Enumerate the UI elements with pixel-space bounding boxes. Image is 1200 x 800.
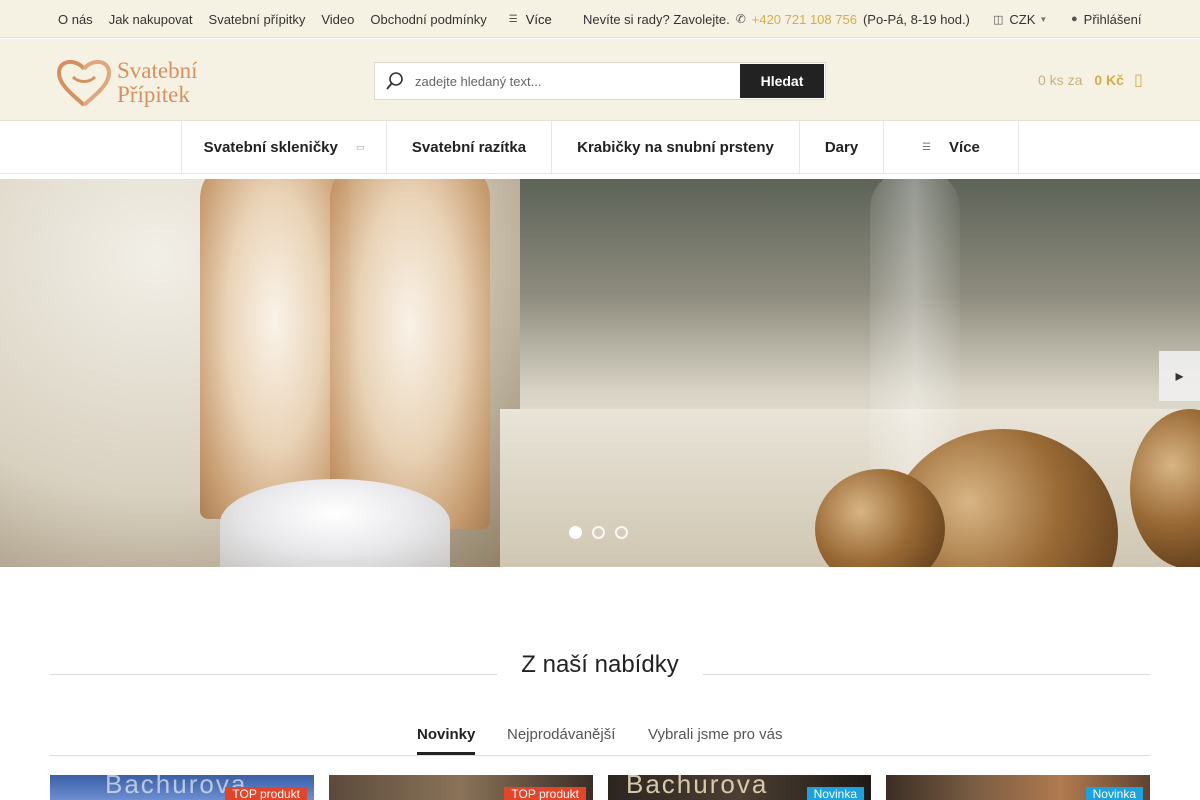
product-card[interactable]: Novinka — [886, 775, 1150, 800]
nav-item-label: Dary — [824, 139, 859, 156]
phone-icon: ✆ — [735, 12, 746, 26]
login-link[interactable]: ● Přihlášení — [1071, 0, 1141, 38]
tab-new[interactable]: Novinky — [417, 724, 476, 755]
top-link-how-to-buy[interactable]: Jak nakupovat — [109, 12, 193, 27]
menu-icon: ☰ — [922, 142, 932, 153]
top-bar: O nás Jak nakupovat Svatební přípitky Vi… — [0, 0, 1200, 38]
contact-hours: (Po-Pá, 8-19 hod.) — [862, 11, 970, 27]
cart[interactable]: 0 ks za 0 Kč ▯ — [1038, 70, 1143, 90]
contact-info: Nevíte si rady? Zavolejte. ✆ +420 721 10… — [583, 0, 970, 38]
product-card[interactable]: Bachurova Novinka — [608, 775, 871, 800]
logo-heart-icon — [56, 60, 112, 107]
slider-dots — [569, 526, 628, 539]
top-more-menu[interactable]: ☰ Více — [509, 12, 552, 27]
nav-item-label: Svatební skleničky — [203, 139, 338, 156]
logo-line-2: Přípitek — [117, 82, 190, 107]
top-link-toasts[interactable]: Svatební přípitky — [209, 12, 306, 27]
top-links: O nás Jak nakupovat Svatební přípitky Vi… — [58, 0, 552, 38]
badge-top: TOP produkt — [504, 787, 586, 800]
cart-count: 0 ks za — [1038, 72, 1083, 88]
nav-item-glasses[interactable]: Svatební skleničky ▭ — [182, 121, 387, 174]
tab-bestsellers[interactable]: Nejprodávanější — [507, 724, 615, 755]
logo-line-1: Svatební — [117, 58, 198, 83]
search-bar: Hledat — [374, 62, 826, 100]
nav-item-gifts[interactable]: Dary — [800, 121, 884, 174]
currency-selector[interactable]: ◫ CZK ▼ — [993, 0, 1047, 38]
nav-items: Svatební skleničky ▭ Svatební razítka Kr… — [181, 121, 1019, 174]
slider-next-button[interactable]: ▸ — [1159, 351, 1200, 401]
product-card[interactable]: Bachurova TOP produkt — [50, 775, 314, 800]
chevron-right-icon: ▸ — [1175, 368, 1184, 385]
product-image-text: Bachurova — [626, 775, 769, 799]
search-input[interactable] — [415, 64, 741, 98]
hero-glass-right — [330, 179, 490, 529]
nav-item-ring-boxes[interactable]: Krabičky na snubní prsteny — [552, 121, 800, 174]
slider-dot-2[interactable] — [592, 526, 605, 539]
phone-number[interactable]: +420 721 108 756 — [752, 12, 857, 27]
top-more-label: Více — [525, 11, 552, 27]
product-grid: Bachurova TOP produkt TOP produkt Bachur… — [50, 775, 1150, 800]
user-icon: ● — [1071, 13, 1078, 25]
hero-slider: ▸ — [0, 179, 1200, 567]
product-card[interactable]: TOP produkt — [329, 775, 593, 800]
top-link-terms[interactable]: Obchodní podmínky — [370, 12, 486, 27]
top-link-about[interactable]: O nás — [58, 12, 93, 27]
nav-item-more[interactable]: ☰ Více — [884, 121, 1019, 174]
slider-dot-1[interactable] — [569, 526, 582, 539]
nav-item-label: Více — [949, 139, 980, 156]
nav-item-label: Svatební razítka — [411, 139, 527, 156]
section-title: Z naší nabídky — [521, 651, 679, 678]
logo[interactable]: Svatební Přípitek — [55, 57, 215, 109]
badge-new: Novinka — [1085, 787, 1143, 800]
currency-icon: ◫ — [993, 13, 1004, 26]
divider-left — [50, 674, 497, 675]
cart-price: 0 Kč — [1094, 72, 1124, 88]
badge-top: TOP produkt — [225, 787, 307, 800]
section-header: Z naší nabídky — [50, 650, 1150, 680]
menu-icon: ☰ — [508, 13, 518, 25]
shopping-bag-icon: ▯ — [1133, 72, 1143, 89]
tab-picked-for-you[interactable]: Vybrali jsme pro vás — [648, 724, 783, 755]
header: Svatební Přípitek Hledat 0 ks za 0 Kč ▯ — [0, 39, 1200, 121]
currency-label: CZK — [1009, 11, 1036, 27]
chevron-down-icon: ▼ — [1039, 14, 1048, 24]
nav-item-stamps[interactable]: Svatební razítka — [387, 121, 552, 174]
hero-ribbon — [220, 479, 450, 567]
top-link-video[interactable]: Video — [321, 12, 354, 27]
badge-new: Novinka — [806, 787, 864, 800]
logo-text: Svatební Přípitek — [117, 59, 198, 107]
product-tabs: Novinky Nejprodávanější Vybrali jsme pro… — [50, 724, 1150, 756]
slider-dot-3[interactable] — [615, 526, 628, 539]
search-button[interactable]: Hledat — [740, 64, 824, 98]
nav-item-label: Krabičky na snubní prsteny — [577, 139, 774, 156]
divider-right — [703, 674, 1150, 675]
login-label: Přihlášení — [1083, 11, 1142, 27]
contact-text: Nevíte si rady? Zavolejte. — [583, 11, 730, 27]
main-nav: Svatební skleničky ▭ Svatební razítka Kr… — [0, 121, 1200, 174]
search-icon — [375, 63, 415, 99]
chevron-down-icon: ▭ — [355, 142, 365, 152]
hero-glass-left — [200, 179, 350, 519]
